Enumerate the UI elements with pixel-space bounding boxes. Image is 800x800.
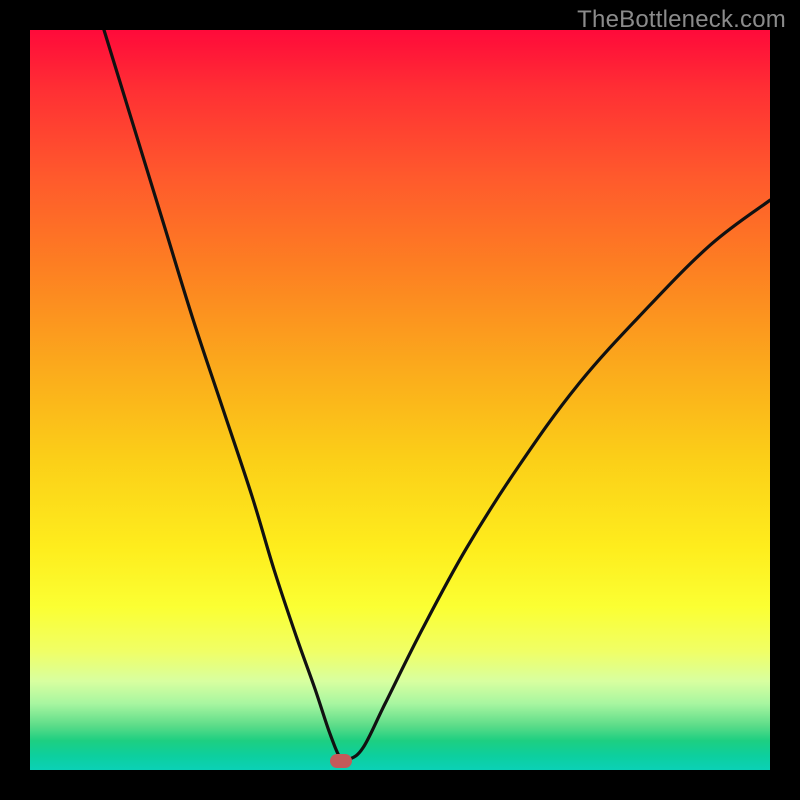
- bottleneck-curve: [104, 30, 770, 762]
- minimum-marker: [330, 754, 352, 768]
- curve-svg: [30, 30, 770, 770]
- chart-frame: TheBottleneck.com: [0, 0, 800, 800]
- plot-area: [30, 30, 770, 770]
- watermark-text: TheBottleneck.com: [577, 6, 786, 34]
